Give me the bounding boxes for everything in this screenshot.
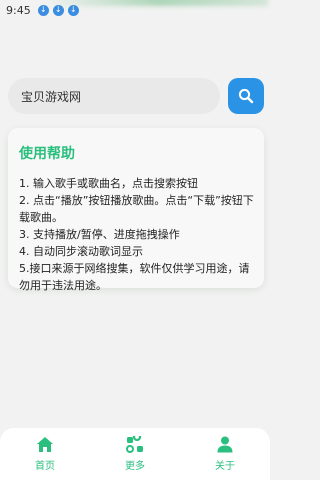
search-button[interactable]: [228, 78, 264, 114]
search-icon: [238, 88, 254, 104]
download-icon: ↓: [52, 4, 64, 16]
help-item: 5.接口来源于网络搜集，软件仅供学习用途，请勿用于违法用途。: [19, 262, 250, 292]
help-item: 2. 点击“播放”按钮播放歌曲。点击“下载”按钮下载歌曲。: [19, 194, 254, 224]
more-icon: [126, 436, 143, 453]
status-time: 9:45: [6, 3, 31, 17]
status-bar: 9:45 ↓ ↓ ↓: [0, 0, 270, 20]
help-item: 3. 支持播放/暂停、进度拖拽操作: [19, 228, 180, 241]
download-icon: ↓: [37, 4, 49, 16]
help-title: 使用帮助: [19, 146, 75, 162]
user-icon: [217, 436, 233, 453]
status-notification-blur: [48, 0, 268, 6]
nav-label: 关于: [215, 461, 235, 472]
search-bar: [8, 78, 264, 114]
download-icon: ↓: [67, 4, 79, 16]
nav-item-home[interactable]: 首页: [15, 436, 75, 472]
home-icon: [37, 437, 53, 452]
help-item: 1. 输入歌手或歌曲名，点击搜索按钮: [19, 177, 198, 190]
nav-item-more[interactable]: 更多: [105, 436, 165, 472]
nav-label: 首页: [35, 461, 55, 472]
search-input[interactable]: [8, 78, 220, 114]
nav-label: 更多: [125, 461, 145, 472]
nav-item-about[interactable]: 关于: [195, 436, 255, 472]
bottom-nav: 首页 更多 关于: [0, 428, 270, 480]
help-card: 使用帮助 1. 输入歌手或歌曲名，点击搜索按钮 2. 点击“播放”按钮播放歌曲。…: [8, 128, 264, 292]
help-item: 4. 自动同步滚动歌词显示: [19, 245, 143, 258]
